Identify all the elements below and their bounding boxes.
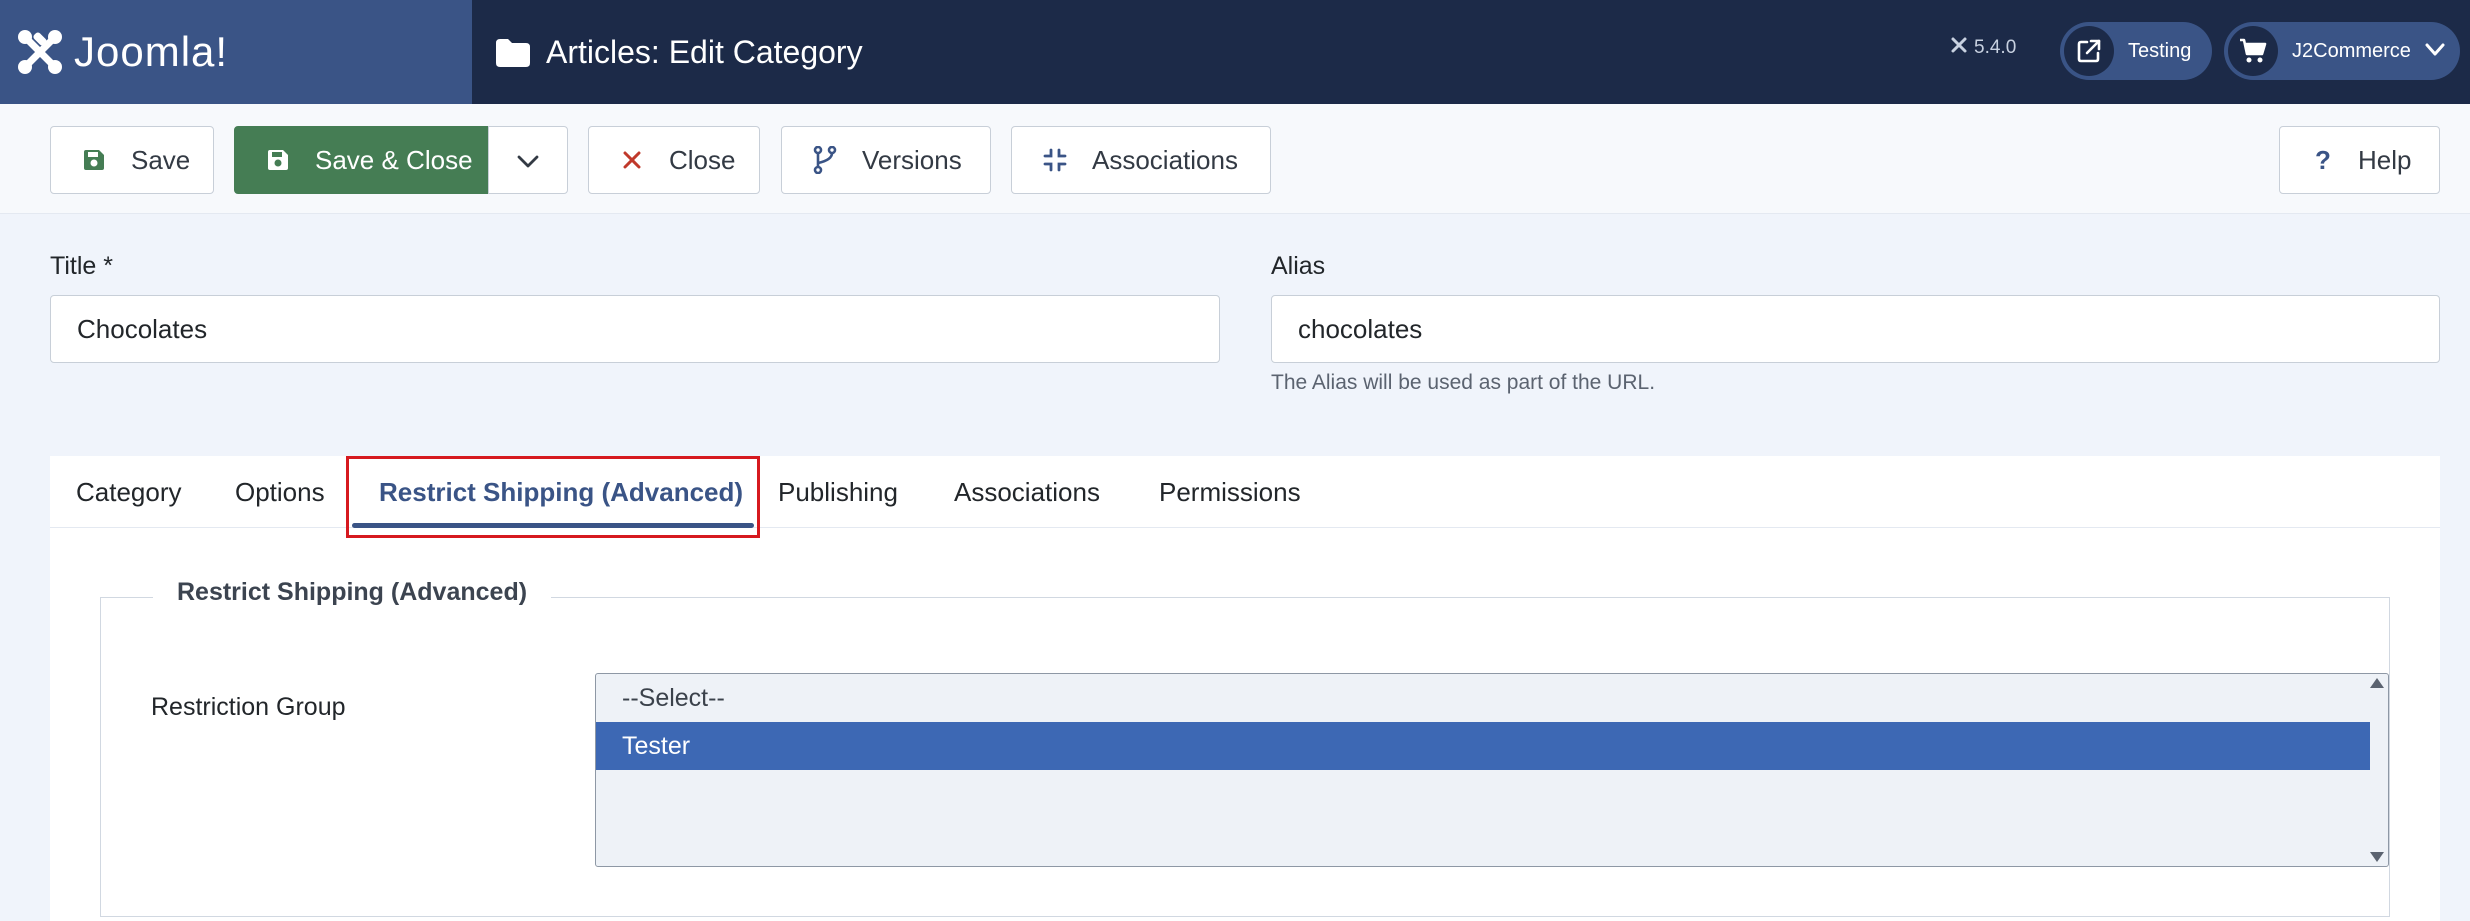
title-label: Title *	[50, 252, 113, 280]
close-icon	[617, 145, 647, 175]
fieldset-legend: Restrict Shipping (Advanced)	[153, 578, 552, 607]
scroll-up-arrow-icon[interactable]	[2370, 678, 2384, 688]
restriction-group-select[interactable]: --Select-- Tester	[595, 673, 2389, 867]
versions-button[interactable]: Versions	[781, 126, 991, 194]
save-button[interactable]: Save	[50, 126, 214, 194]
versions-label: Versions	[862, 144, 962, 175]
tab-options[interactable]: Options	[235, 456, 325, 528]
alias-hint: The Alias will be used as part of the UR…	[1271, 371, 1656, 394]
alias-label: Alias	[1271, 252, 1326, 280]
tab-panel: Category Options Restrict Shipping (Adva…	[50, 456, 2440, 921]
close-label: Close	[669, 144, 736, 175]
tab-bar: Category Options Restrict Shipping (Adva…	[50, 456, 2440, 538]
cart-icon	[2228, 26, 2278, 76]
admin-header: Joomla! Articles: Edit Category 5.4.0 Te…	[0, 0, 2470, 104]
version-text: 5.4.0	[1974, 37, 2017, 58]
associations-button[interactable]: Associations	[1011, 126, 1271, 194]
floppy-disk-icon	[263, 145, 293, 175]
restriction-group-label: Restriction Group	[151, 693, 346, 721]
tab-publishing[interactable]: Publishing	[778, 456, 898, 528]
page-heading: Articles: Edit Category	[496, 26, 863, 78]
brand-area[interactable]: Joomla!	[0, 0, 472, 104]
tab-category[interactable]: Category	[76, 456, 182, 528]
tab-permissions[interactable]: Permissions	[1159, 456, 1301, 528]
title-input[interactable]: Chocolates	[50, 295, 1220, 363]
page-title: Articles: Edit Category	[546, 33, 863, 70]
help-label: Help	[2358, 144, 2412, 175]
highlight-box	[346, 456, 760, 538]
save-and-close-label: Save & Close	[315, 144, 473, 175]
restrict-shipping-fieldset: Restrict Shipping (Advanced) Restriction…	[100, 578, 2390, 917]
save-options-dropdown-button[interactable]	[488, 126, 568, 194]
user-menu-button[interactable]: J2Commerce	[2224, 22, 2460, 80]
folder-icon	[496, 38, 530, 67]
floppy-disk-icon	[79, 145, 109, 175]
save-label: Save	[131, 144, 191, 175]
select-option-selected[interactable]: Tester	[596, 722, 2370, 770]
tab-associations[interactable]: Associations	[954, 456, 1100, 528]
save-and-close-button[interactable]: Save & Close	[234, 126, 488, 194]
user-menu-label: J2Commerce	[2292, 39, 2411, 62]
alias-input[interactable]: chocolates	[1271, 295, 2440, 363]
chevron-down-icon	[2425, 40, 2445, 63]
question-icon: ?	[2315, 144, 2331, 175]
chevron-down-icon	[517, 145, 539, 176]
joomla-small-icon	[1950, 36, 1968, 60]
select-option[interactable]: --Select--	[596, 674, 2370, 722]
code-branch-icon	[810, 145, 840, 175]
version-badge: 5.4.0	[1950, 36, 2016, 60]
scroll-down-arrow-icon[interactable]	[2370, 852, 2384, 862]
site-link-button[interactable]: Testing	[2060, 22, 2212, 80]
compress-icon	[1040, 145, 1070, 175]
close-button[interactable]: Close	[588, 126, 760, 194]
associations-label: Associations	[1092, 144, 1238, 175]
external-link-icon	[2064, 26, 2114, 76]
brand-name: Joomla!	[74, 28, 229, 75]
toolbar: Save Save & Close Close Versions Associa…	[0, 104, 2470, 214]
joomla-logo-icon	[14, 26, 66, 78]
help-button[interactable]: ? Help	[2279, 126, 2440, 194]
site-link-label: Testing	[2128, 39, 2192, 62]
